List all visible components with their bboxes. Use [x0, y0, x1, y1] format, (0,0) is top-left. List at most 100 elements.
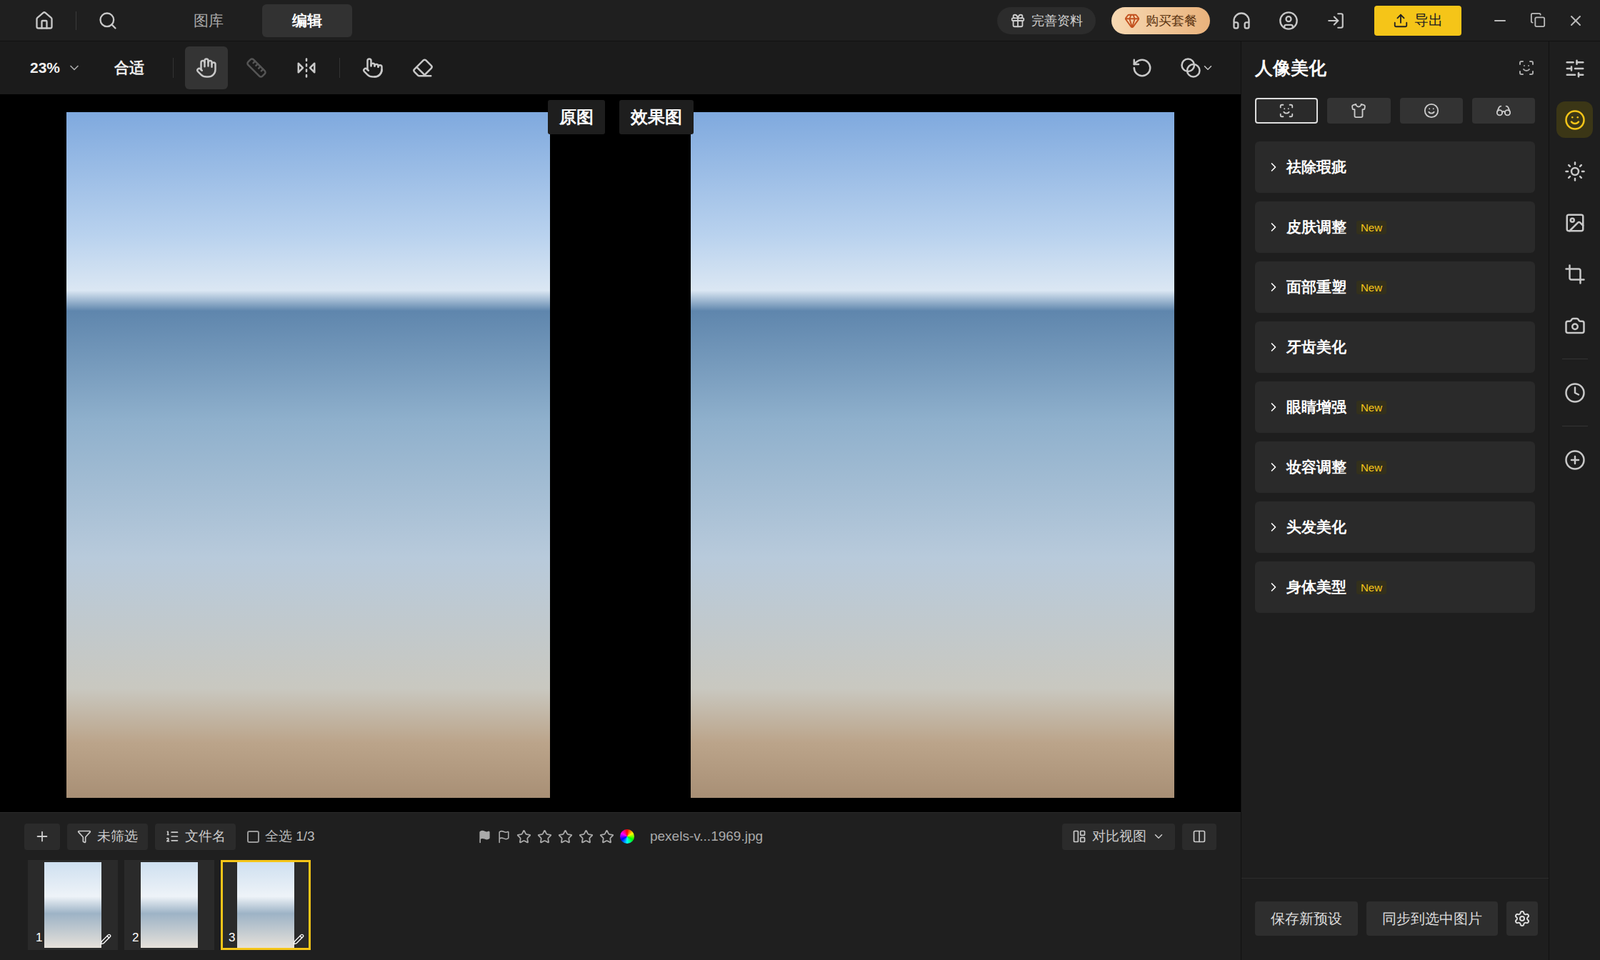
thumbnail-number: 1	[35, 930, 43, 945]
panel-tab[interactable]	[1327, 97, 1390, 124]
chevron-right-icon	[1266, 400, 1281, 415]
crop-icon	[1564, 263, 1586, 285]
new-badge: New	[1356, 400, 1387, 415]
panel-tab[interactable]	[1255, 97, 1318, 124]
support-button[interactable]	[1225, 5, 1258, 37]
nav-tabs: 图库编辑	[163, 4, 353, 38]
tool-button[interactable]	[351, 46, 395, 90]
tool-button[interactable]	[185, 46, 228, 90]
save-preset-button[interactable]: 保存新预设	[1255, 901, 1358, 936]
purchase-button[interactable]: 购买套餐	[1111, 7, 1210, 35]
close-icon[interactable]	[1567, 12, 1585, 30]
accordion-section[interactable]: 祛除瑕疵	[1255, 141, 1535, 193]
effect-label: 效果图	[619, 100, 694, 135]
tool-button[interactable]	[401, 46, 445, 90]
panel-tab[interactable]	[1472, 97, 1535, 124]
color-label[interactable]	[620, 829, 635, 844]
sort-button[interactable]: 文件名	[155, 823, 236, 850]
filter-button[interactable]: 未筛选	[67, 823, 148, 850]
pick-flag-icon[interactable]	[477, 830, 492, 844]
settings-button[interactable]	[1506, 901, 1538, 936]
nav-tab[interactable]: 编辑	[262, 4, 353, 38]
eyes-icon	[1495, 102, 1512, 119]
export-button[interactable]: 导出	[1374, 5, 1462, 36]
star-icon[interactable]	[537, 829, 553, 845]
sidebar-item[interactable]	[1556, 204, 1593, 241]
chevron-right-icon	[1266, 580, 1281, 595]
chevron-down-icon	[67, 60, 82, 75]
workspace: 23%合适原图效果图未筛选文件名全选 1/3pexels-v...1969.jp…	[0, 41, 1600, 960]
thumbnail[interactable]: 3	[220, 860, 311, 950]
account-button[interactable]	[1272, 5, 1305, 37]
new-badge: New	[1356, 460, 1387, 475]
thumbnail[interactable]: 2	[124, 860, 215, 950]
new-badge: New	[1356, 580, 1387, 595]
toolbar-right	[1126, 52, 1223, 84]
reset-button[interactable]	[1126, 52, 1158, 84]
star-icon[interactable]	[557, 829, 573, 845]
sidebar-item[interactable]	[1556, 50, 1593, 87]
edited-icon	[100, 933, 112, 945]
panel-tab[interactable]	[1400, 97, 1463, 124]
accordion-section[interactable]: 牙齿美化	[1255, 321, 1535, 373]
select-all-checkbox[interactable]: 全选 1/3	[247, 827, 315, 846]
nav-tab[interactable]: 图库	[163, 4, 254, 38]
effect-photo[interactable]	[690, 112, 1175, 798]
hand-icon	[195, 57, 218, 79]
reset-icon	[1131, 57, 1153, 79]
thumbnail-image	[140, 862, 198, 948]
sidebar-item[interactable]	[1556, 307, 1593, 344]
top-bar: 图库编辑 完善资料购买套餐 导出	[0, 0, 1600, 42]
mask-button[interactable]	[1172, 52, 1223, 84]
tool-button[interactable]	[235, 46, 278, 90]
star-icon[interactable]	[578, 829, 594, 845]
sidebar-item[interactable]	[1556, 152, 1593, 190]
face-detect-icon[interactable]	[1517, 59, 1535, 77]
original-photo[interactable]	[66, 112, 550, 798]
accordion-section[interactable]: 眼睛增强New	[1255, 381, 1535, 433]
eraser-icon	[412, 57, 434, 79]
sync-button[interactable]: 同步到选中图片	[1366, 901, 1498, 936]
profile-button[interactable]: 完善资料	[997, 7, 1096, 35]
accordion-section[interactable]: 头发美化	[1255, 501, 1535, 553]
zoom-select[interactable]: 23%	[30, 59, 82, 77]
sidebar-item[interactable]	[1556, 255, 1593, 293]
panel-tabs	[1241, 94, 1549, 124]
image-icon	[1564, 212, 1586, 234]
home-icon	[34, 10, 55, 31]
restore-icon[interactable]	[1530, 12, 1546, 28]
sidebar-item[interactable]	[1556, 374, 1593, 411]
toolbar: 23% 合适	[0, 41, 1241, 95]
gift-icon	[1010, 12, 1026, 29]
accordion-section[interactable]: 妆容调整New	[1255, 441, 1535, 493]
add-button[interactable]	[24, 823, 60, 850]
sidebar-item[interactable]	[1556, 101, 1593, 138]
columns-icon	[1192, 829, 1207, 844]
chevron-right-icon	[1266, 460, 1281, 475]
login-button[interactable]	[1320, 5, 1352, 37]
accordion-section[interactable]: 面部重塑New	[1255, 261, 1535, 313]
thumbnail[interactable]: 1	[27, 860, 118, 950]
tool-button[interactable]	[285, 46, 328, 90]
accordion-section[interactable]: 皮肤调整New	[1255, 201, 1535, 253]
file-name: pexels-v...1969.jpg	[650, 828, 763, 845]
chevron-right-icon	[1266, 520, 1281, 535]
edited-icon	[292, 933, 305, 945]
upload-icon	[1392, 12, 1409, 29]
sidebar-item[interactable]	[1556, 441, 1593, 478]
accordion-section[interactable]: 身体美型New	[1255, 561, 1535, 613]
search-button[interactable]	[92, 5, 124, 37]
home-button[interactable]	[28, 5, 60, 37]
split-view-button[interactable]	[1182, 823, 1217, 850]
fit-button[interactable]: 合适	[114, 57, 145, 78]
star-icon[interactable]	[599, 829, 615, 845]
divider	[1562, 425, 1588, 427]
star-icon[interactable]	[516, 829, 532, 845]
main-column: 23%合适原图效果图未筛选文件名全选 1/3pexels-v...1969.jp…	[0, 41, 1241, 960]
login-icon	[1326, 11, 1345, 30]
divider	[339, 57, 340, 78]
view-mode-select[interactable]: 对比视图	[1062, 823, 1175, 850]
minimize-icon[interactable]	[1491, 12, 1509, 30]
gear-icon	[1513, 910, 1531, 928]
reject-flag-icon[interactable]	[497, 830, 511, 844]
